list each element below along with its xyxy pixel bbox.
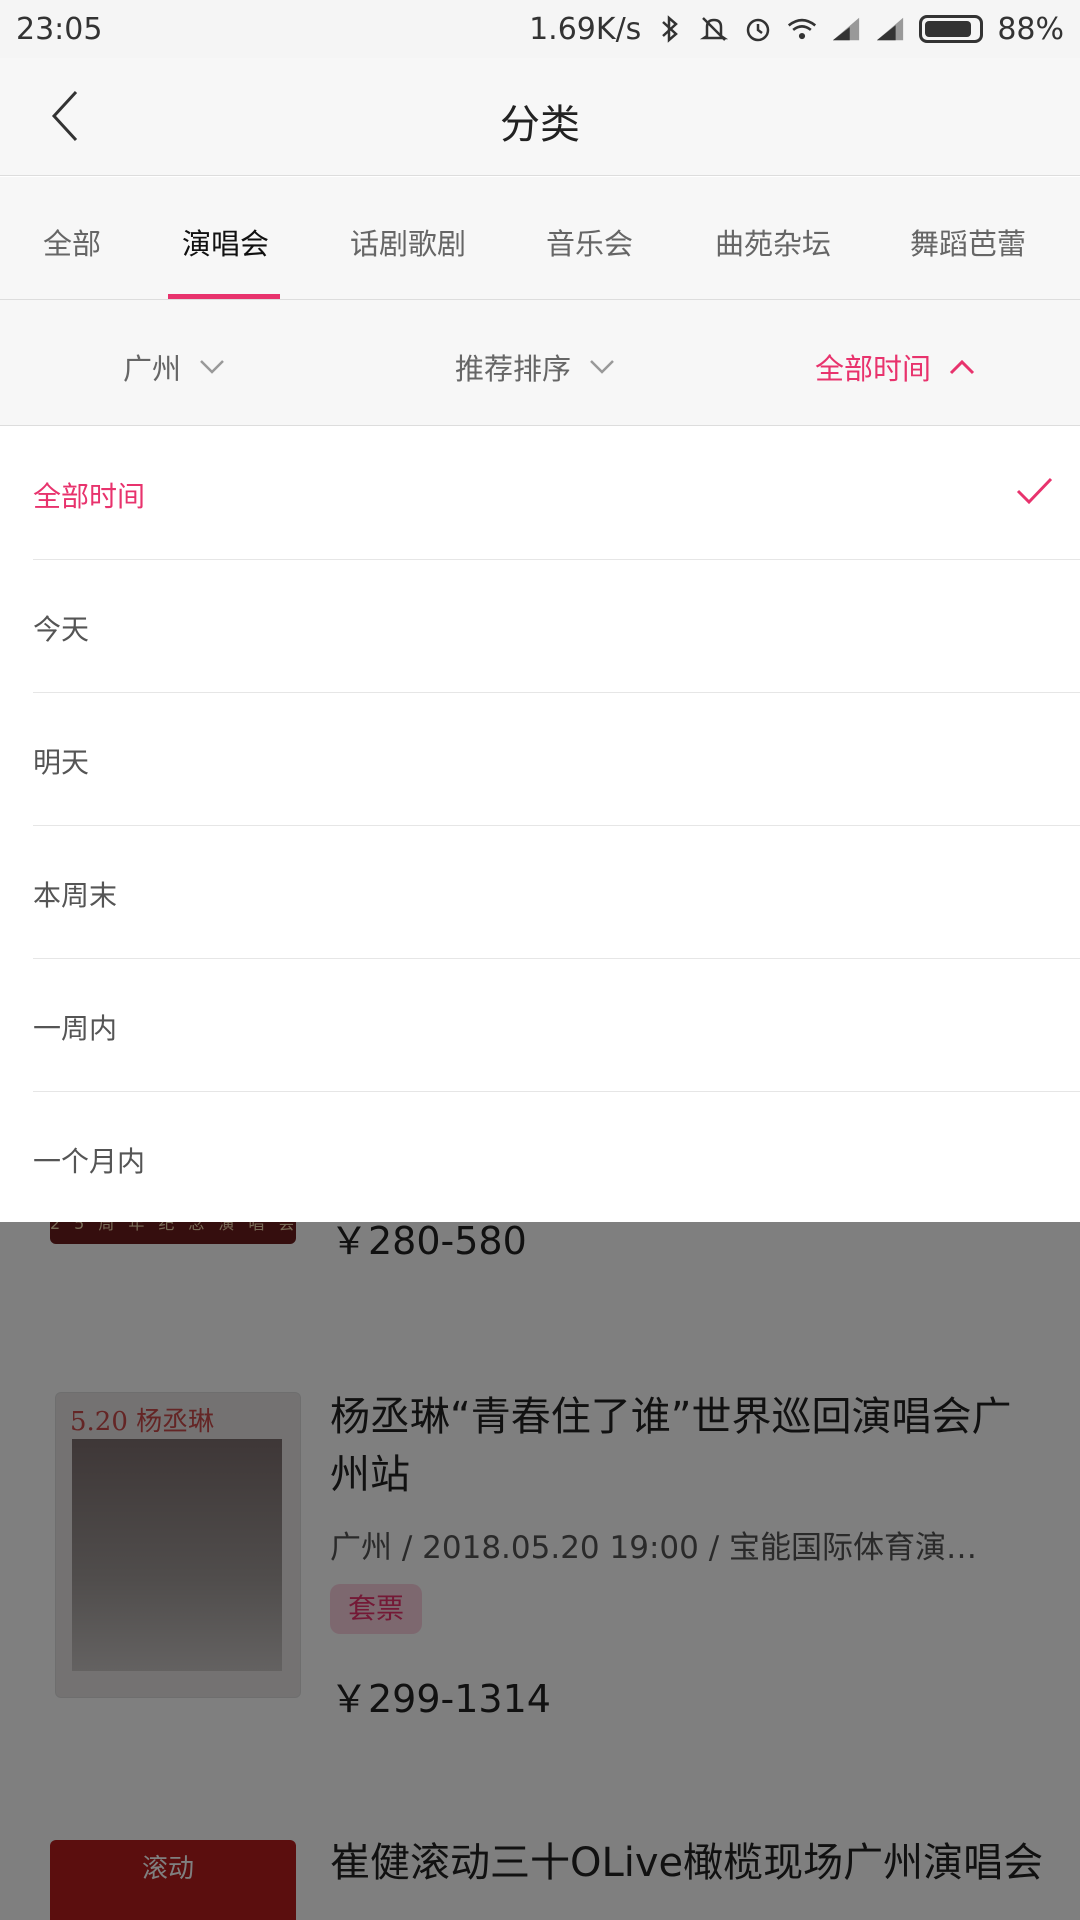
time-dropdown: 全部时间 今天 明天 本周末 一周内 一个月内 (0, 427, 1080, 1222)
time-option-month[interactable]: 一个月内 (33, 1092, 1080, 1225)
status-bar: 23:05 1.69K/s 88% (0, 0, 1080, 58)
time-option-tomorrow[interactable]: 明天 (33, 693, 1080, 826)
sort-filter[interactable]: 推荐排序 (455, 346, 615, 388)
net-speed: 1.69K/s (529, 11, 642, 47)
city-filter[interactable]: 广州 (123, 346, 225, 388)
chevron-down-icon (590, 360, 614, 374)
time-option-weekend[interactable]: 本周末 (33, 826, 1080, 959)
option-label: 全部时间 (33, 480, 146, 513)
option-label: 一周内 (33, 1012, 118, 1045)
filter-bar: 广州 推荐排序 全部时间 (0, 300, 1080, 426)
time-option-week[interactable]: 一周内 (33, 959, 1080, 1092)
time-filter[interactable]: 全部时间 (815, 346, 975, 388)
sort-filter-label: 推荐排序 (455, 352, 572, 386)
battery-percent: 88% (997, 11, 1064, 47)
chevron-down-icon (200, 360, 224, 374)
tab-dance-ballet[interactable]: 舞蹈芭蕾 (910, 221, 1026, 263)
tab-folk-arts[interactable]: 曲苑杂坛 (715, 221, 831, 263)
signal-icon (831, 14, 861, 44)
signal-icon (875, 14, 905, 44)
dim-overlay[interactable] (0, 1222, 1080, 1920)
tab-music[interactable]: 音乐会 (546, 221, 633, 263)
option-label: 今天 (33, 613, 90, 646)
check-icon (1016, 477, 1053, 505)
option-label: 本周末 (33, 879, 118, 912)
category-tabs: 全部 演唱会 话剧歌剧 音乐会 曲苑杂坛 舞蹈芭蕾 (0, 177, 1080, 300)
tab-drama-opera[interactable]: 话剧歌剧 (350, 221, 466, 263)
time-option-today[interactable]: 今天 (33, 560, 1080, 693)
page-title: 分类 (500, 102, 580, 148)
tab-concert[interactable]: 演唱会 (182, 221, 269, 263)
battery-icon (919, 15, 984, 43)
tab-all[interactable]: 全部 (43, 221, 101, 263)
option-label: 明天 (33, 746, 90, 779)
wifi-icon (787, 14, 817, 44)
nav-bar: 分类 (0, 58, 1080, 176)
city-filter-label: 广州 (123, 352, 182, 386)
chevron-up-icon (949, 359, 975, 375)
mute-icon (699, 14, 729, 44)
bluetooth-icon (655, 14, 685, 44)
time-filter-label: 全部时间 (815, 352, 932, 386)
active-tab-indicator (168, 294, 280, 299)
alarm-icon (743, 14, 773, 44)
status-time: 23:05 (16, 11, 103, 47)
option-label: 一个月内 (33, 1145, 146, 1178)
time-option-all[interactable]: 全部时间 (33, 427, 1080, 560)
